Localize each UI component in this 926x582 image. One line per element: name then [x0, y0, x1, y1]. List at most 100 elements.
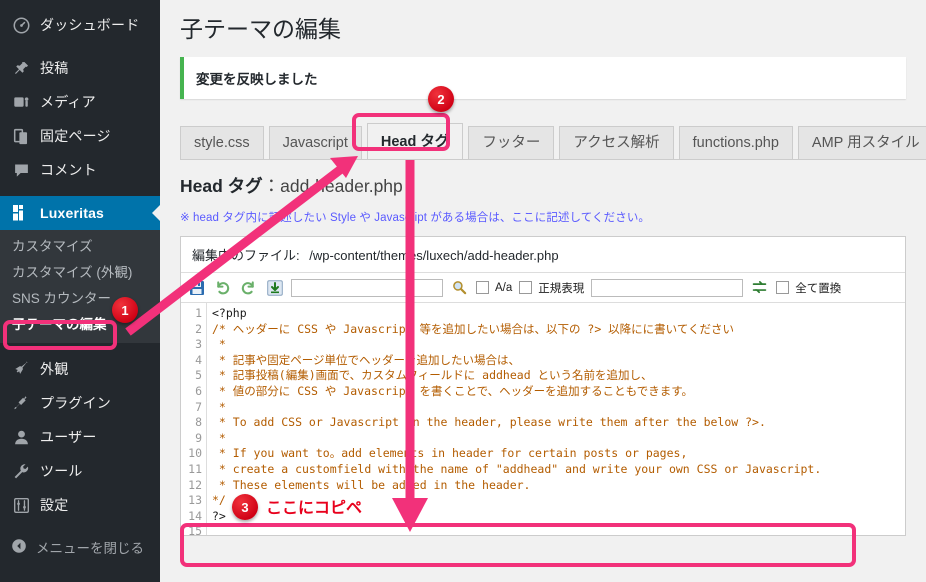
- sidebar-item-users[interactable]: ユーザー: [0, 420, 160, 454]
- line-number: 6: [181, 384, 202, 400]
- luxeritas-icon: [11, 203, 31, 223]
- sidebar-item-plugins[interactable]: プラグイン: [0, 386, 160, 420]
- replace-input[interactable]: [591, 279, 743, 297]
- file-heading-filename: add-header.php: [280, 176, 403, 196]
- sidebar-item-appearance[interactable]: 外観: [0, 352, 160, 386]
- line-number: 3: [181, 337, 202, 353]
- code-line: /* ヘッダーに CSS や Javascript 等を追加したい場合は、以下の…: [212, 322, 905, 338]
- sidebar-subitem-customize[interactable]: カスタマイズ: [0, 234, 160, 260]
- code-token: <?php: [212, 306, 247, 320]
- code-token: * To add CSS or Javascript in the header…: [212, 415, 766, 429]
- editor-toolbar: A/a 正規表現 全て置換: [181, 273, 905, 303]
- page-icon: [11, 126, 31, 146]
- code-token: *: [212, 431, 226, 445]
- code-line: * To add CSS or Javascript in the header…: [212, 415, 905, 431]
- case-sensitive-checkbox[interactable]: [476, 281, 489, 294]
- collapse-arrow-icon: [11, 538, 27, 557]
- sidebar-item-label: 外観: [40, 359, 68, 379]
- sidebar-item-dashboard[interactable]: ダッシュボード: [0, 8, 160, 42]
- code-line: *: [212, 400, 905, 416]
- code-line: <?php: [212, 306, 905, 322]
- settings-icon: [11, 495, 31, 515]
- replace-all-checkbox[interactable]: [776, 281, 789, 294]
- file-heading-separator: ：: [263, 176, 281, 196]
- tools-icon: [11, 461, 31, 481]
- regex-checkbox[interactable]: [519, 281, 532, 294]
- sidebar-item-comments[interactable]: コメント: [0, 153, 160, 187]
- code-token: * create a customfield with the name of …: [212, 462, 821, 476]
- tab-head-tag[interactable]: Head タグ: [367, 123, 464, 159]
- undo-icon[interactable]: [213, 278, 232, 297]
- file-heading-type: Head タグ: [180, 176, 263, 196]
- pin-icon: [11, 58, 31, 78]
- line-number: 13: [181, 493, 202, 509]
- search-icon[interactable]: [450, 278, 469, 297]
- code-line: *: [212, 431, 905, 447]
- sidebar-item-label: 固定ページ: [40, 126, 111, 146]
- code-token: ?>: [212, 509, 226, 523]
- tab-functions-php[interactable]: functions.php: [679, 126, 793, 159]
- editor-panel: 編集中のファイル: /wp-content/themes/luxech/add-…: [180, 236, 906, 536]
- step-2-badge: 2: [428, 86, 454, 112]
- sidebar-item-posts[interactable]: 投稿: [0, 51, 160, 85]
- step-3-badge: 3: [232, 494, 258, 520]
- line-number: 4: [181, 353, 202, 369]
- screenshot-root: ダッシュボード 投稿 メディア 固定ページ コメント: [0, 0, 926, 582]
- sidebar-item-label: Luxeritas: [40, 205, 104, 221]
- tab-amp-style[interactable]: AMP 用スタイル: [798, 126, 926, 159]
- line-number: 11: [181, 462, 202, 478]
- line-number: 5: [181, 368, 202, 384]
- sidebar-item-label: ダッシュボード: [40, 15, 139, 35]
- media-icon: [11, 92, 31, 112]
- sidebar-collapse-button[interactable]: メニューを閉じる: [0, 531, 160, 563]
- tab-access-analysis[interactable]: アクセス解析: [559, 126, 673, 159]
- comment-icon: [11, 160, 31, 180]
- redo-icon[interactable]: [239, 278, 258, 297]
- line-number: 1: [181, 306, 202, 322]
- line-number: 9: [181, 431, 202, 447]
- sidebar-item-media[interactable]: メディア: [0, 85, 160, 119]
- case-sensitive-label: A/a: [495, 282, 512, 294]
- save-icon[interactable]: [187, 278, 206, 297]
- page-title: 子テーマの編集: [160, 0, 926, 54]
- plugin-icon: [11, 393, 31, 413]
- editing-file-label: 編集中のファイル:: [192, 248, 300, 263]
- line-number: 10: [181, 446, 202, 462]
- sidebar-item-pages[interactable]: 固定ページ: [0, 119, 160, 153]
- editing-file-path: /wp-content/themes/luxech/add-header.php: [309, 248, 558, 263]
- tab-javascript[interactable]: Javascript: [269, 126, 362, 159]
- line-number: 7: [181, 400, 202, 416]
- tab-footer[interactable]: フッター: [468, 126, 554, 159]
- replace-icon[interactable]: [750, 278, 769, 297]
- sidebar-item-label: コメント: [40, 160, 97, 180]
- line-number: 12: [181, 478, 202, 494]
- code-line: * create a customfield with the name of …: [212, 462, 905, 478]
- sidebar-item-settings[interactable]: 設定: [0, 488, 160, 522]
- sidebar-submenu-luxeritas: カスタマイズ カスタマイズ (外観) SNS カウンター 子テーマの編集: [0, 230, 160, 343]
- code-line: *: [212, 337, 905, 353]
- dashboard-icon: [11, 15, 31, 35]
- sidebar-item-tools[interactable]: ツール: [0, 454, 160, 488]
- editor-hint-text: ※ head タグ内に記述したい Style や Javascript がある場…: [180, 209, 926, 225]
- sidebar-subitem-customize-appearance[interactable]: カスタマイズ (外観): [0, 260, 160, 286]
- file-heading: Head タグ：add-header.php: [180, 173, 926, 198]
- sidebar-item-label: メディア: [40, 92, 96, 112]
- admin-sidebar: ダッシュボード 投稿 メディア 固定ページ コメント: [0, 0, 160, 582]
- editor-tabs: style.css Javascript Head タグ フッター アクセス解析…: [180, 123, 926, 160]
- download-icon[interactable]: [265, 278, 284, 297]
- sidebar-item-label: ツール: [40, 461, 83, 481]
- line-number: 14: [181, 509, 202, 525]
- copy-here-label: ここにコピペ: [266, 494, 362, 518]
- step-1-badge: 1: [112, 297, 138, 323]
- line-number-gutter: 123456789101112131415161718: [181, 303, 207, 536]
- sidebar-item-luxeritas[interactable]: Luxeritas: [0, 196, 160, 230]
- user-icon: [11, 427, 31, 447]
- code-token: * 記事投稿(編集)画面で、カスタムフィールドに addhead という名前を追…: [212, 368, 653, 382]
- code-line: * If you want to。add elements in header …: [212, 446, 905, 462]
- sidebar-item-label: 設定: [40, 495, 68, 515]
- search-input[interactable]: [291, 279, 443, 297]
- code-line: * 記事投稿(編集)画面で、カスタムフィールドに addhead という名前を追…: [212, 368, 905, 384]
- code-line: * These elements will be added in the he…: [212, 478, 905, 494]
- success-notice: 変更を反映しました: [180, 57, 906, 99]
- tab-style-css[interactable]: style.css: [180, 126, 264, 159]
